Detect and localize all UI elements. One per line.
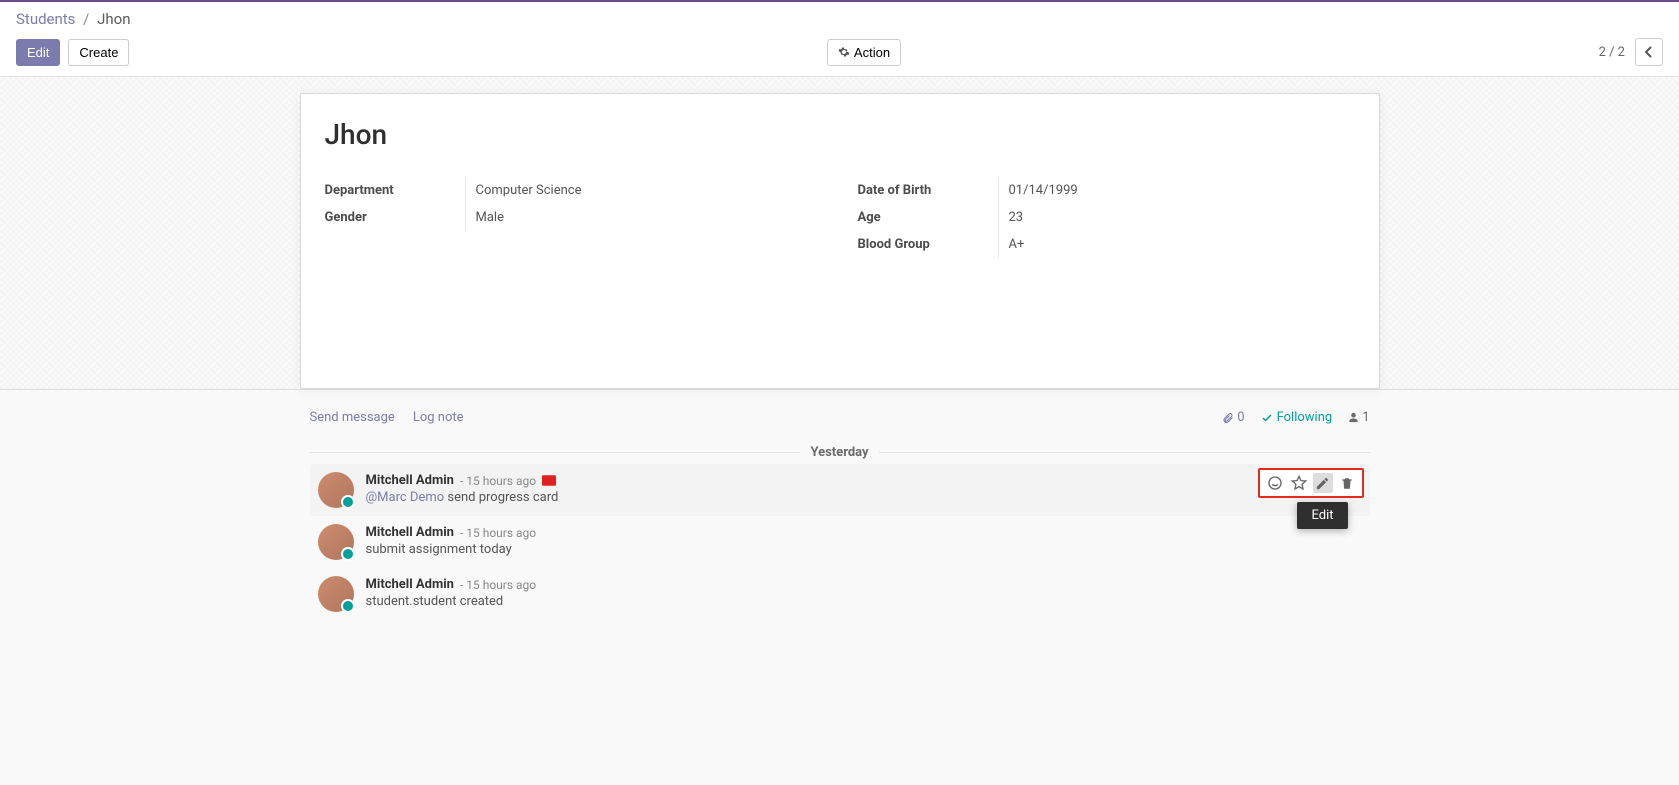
edit-button[interactable]: Edit [16,39,60,66]
breadcrumb-root[interactable]: Students [16,10,75,28]
field-row: Age23 [858,204,1355,231]
message-time: - 15 hours ago [460,526,536,540]
mention[interactable]: @Marc Demo [366,490,445,505]
record-sheet: Jhon DepartmentComputer ScienceGenderMal… [300,93,1380,389]
avatar[interactable] [318,576,354,612]
field-value: 23 [998,204,1355,231]
envelope-icon[interactable] [542,475,556,486]
pencil-icon[interactable] [1313,473,1333,493]
message-time: - 15 hours ago [460,474,536,488]
message: Mitchell Admin - 15 hours ago submit assig… [310,516,1370,568]
pager-counter: 2 / 2 [1599,45,1625,60]
avatar[interactable] [318,472,354,508]
followers-button[interactable]: 1 [1348,410,1369,425]
message-actions [1258,468,1364,498]
following-label: Following [1277,410,1333,425]
following-button[interactable]: Following [1261,410,1333,425]
attachments-button[interactable]: 0 [1222,410,1244,425]
field-row: DepartmentComputer Science [325,177,822,204]
field-row: Date of Birth01/14/1999 [858,177,1355,204]
field-label: Department [325,177,465,204]
message: Mitchell Admin - 15 hours ago @Marc Demo s… [310,464,1370,516]
message-body: submit assignment today [366,542,1362,557]
field-label: Blood Group [858,231,998,258]
avatar[interactable] [318,524,354,560]
message-author[interactable]: Mitchell Admin [366,577,454,592]
action-dropdown[interactable]: Action [827,39,901,66]
field-value: Male [465,204,822,231]
breadcrumb-current: Jhon [97,10,130,28]
send-message-button[interactable]: Send message [310,410,395,425]
field-label: Date of Birth [858,177,998,204]
message-body: @Marc Demo send progress card [366,490,1362,505]
date-separator: Yesterday [800,445,878,460]
field-label: Age [858,204,998,231]
field-value: 01/14/1999 [998,177,1355,204]
field-row: GenderMale [325,204,822,231]
pager-prev-button[interactable] [1635,38,1663,66]
message-author[interactable]: Mitchell Admin [366,525,454,540]
check-icon [1261,412,1273,424]
field-row: Blood GroupA+ [858,231,1355,258]
message-author[interactable]: Mitchell Admin [366,473,454,488]
page-title: Jhon [325,118,1355,151]
smiley-icon[interactable] [1265,473,1285,493]
paperclip-icon [1222,412,1234,424]
field-value: Computer Science [465,177,822,204]
message-body: student.student created [366,594,1362,609]
user-icon [1348,412,1359,423]
trash-icon[interactable] [1337,473,1357,493]
log-note-button[interactable]: Log note [413,410,464,425]
star-icon[interactable] [1289,473,1309,493]
followers-count: 1 [1362,410,1369,425]
action-label: Action [854,45,890,60]
message: Mitchell Admin - 15 hours ago student.stud… [310,568,1370,620]
field-value: A+ [998,231,1355,258]
gear-icon [838,46,850,58]
attachments-count: 0 [1237,410,1244,425]
breadcrumb: Students / Jhon [16,10,1663,28]
create-button[interactable]: Create [68,39,129,66]
breadcrumb-separator: / [79,10,93,28]
message-time: - 15 hours ago [460,578,536,592]
field-label: Gender [325,204,465,231]
